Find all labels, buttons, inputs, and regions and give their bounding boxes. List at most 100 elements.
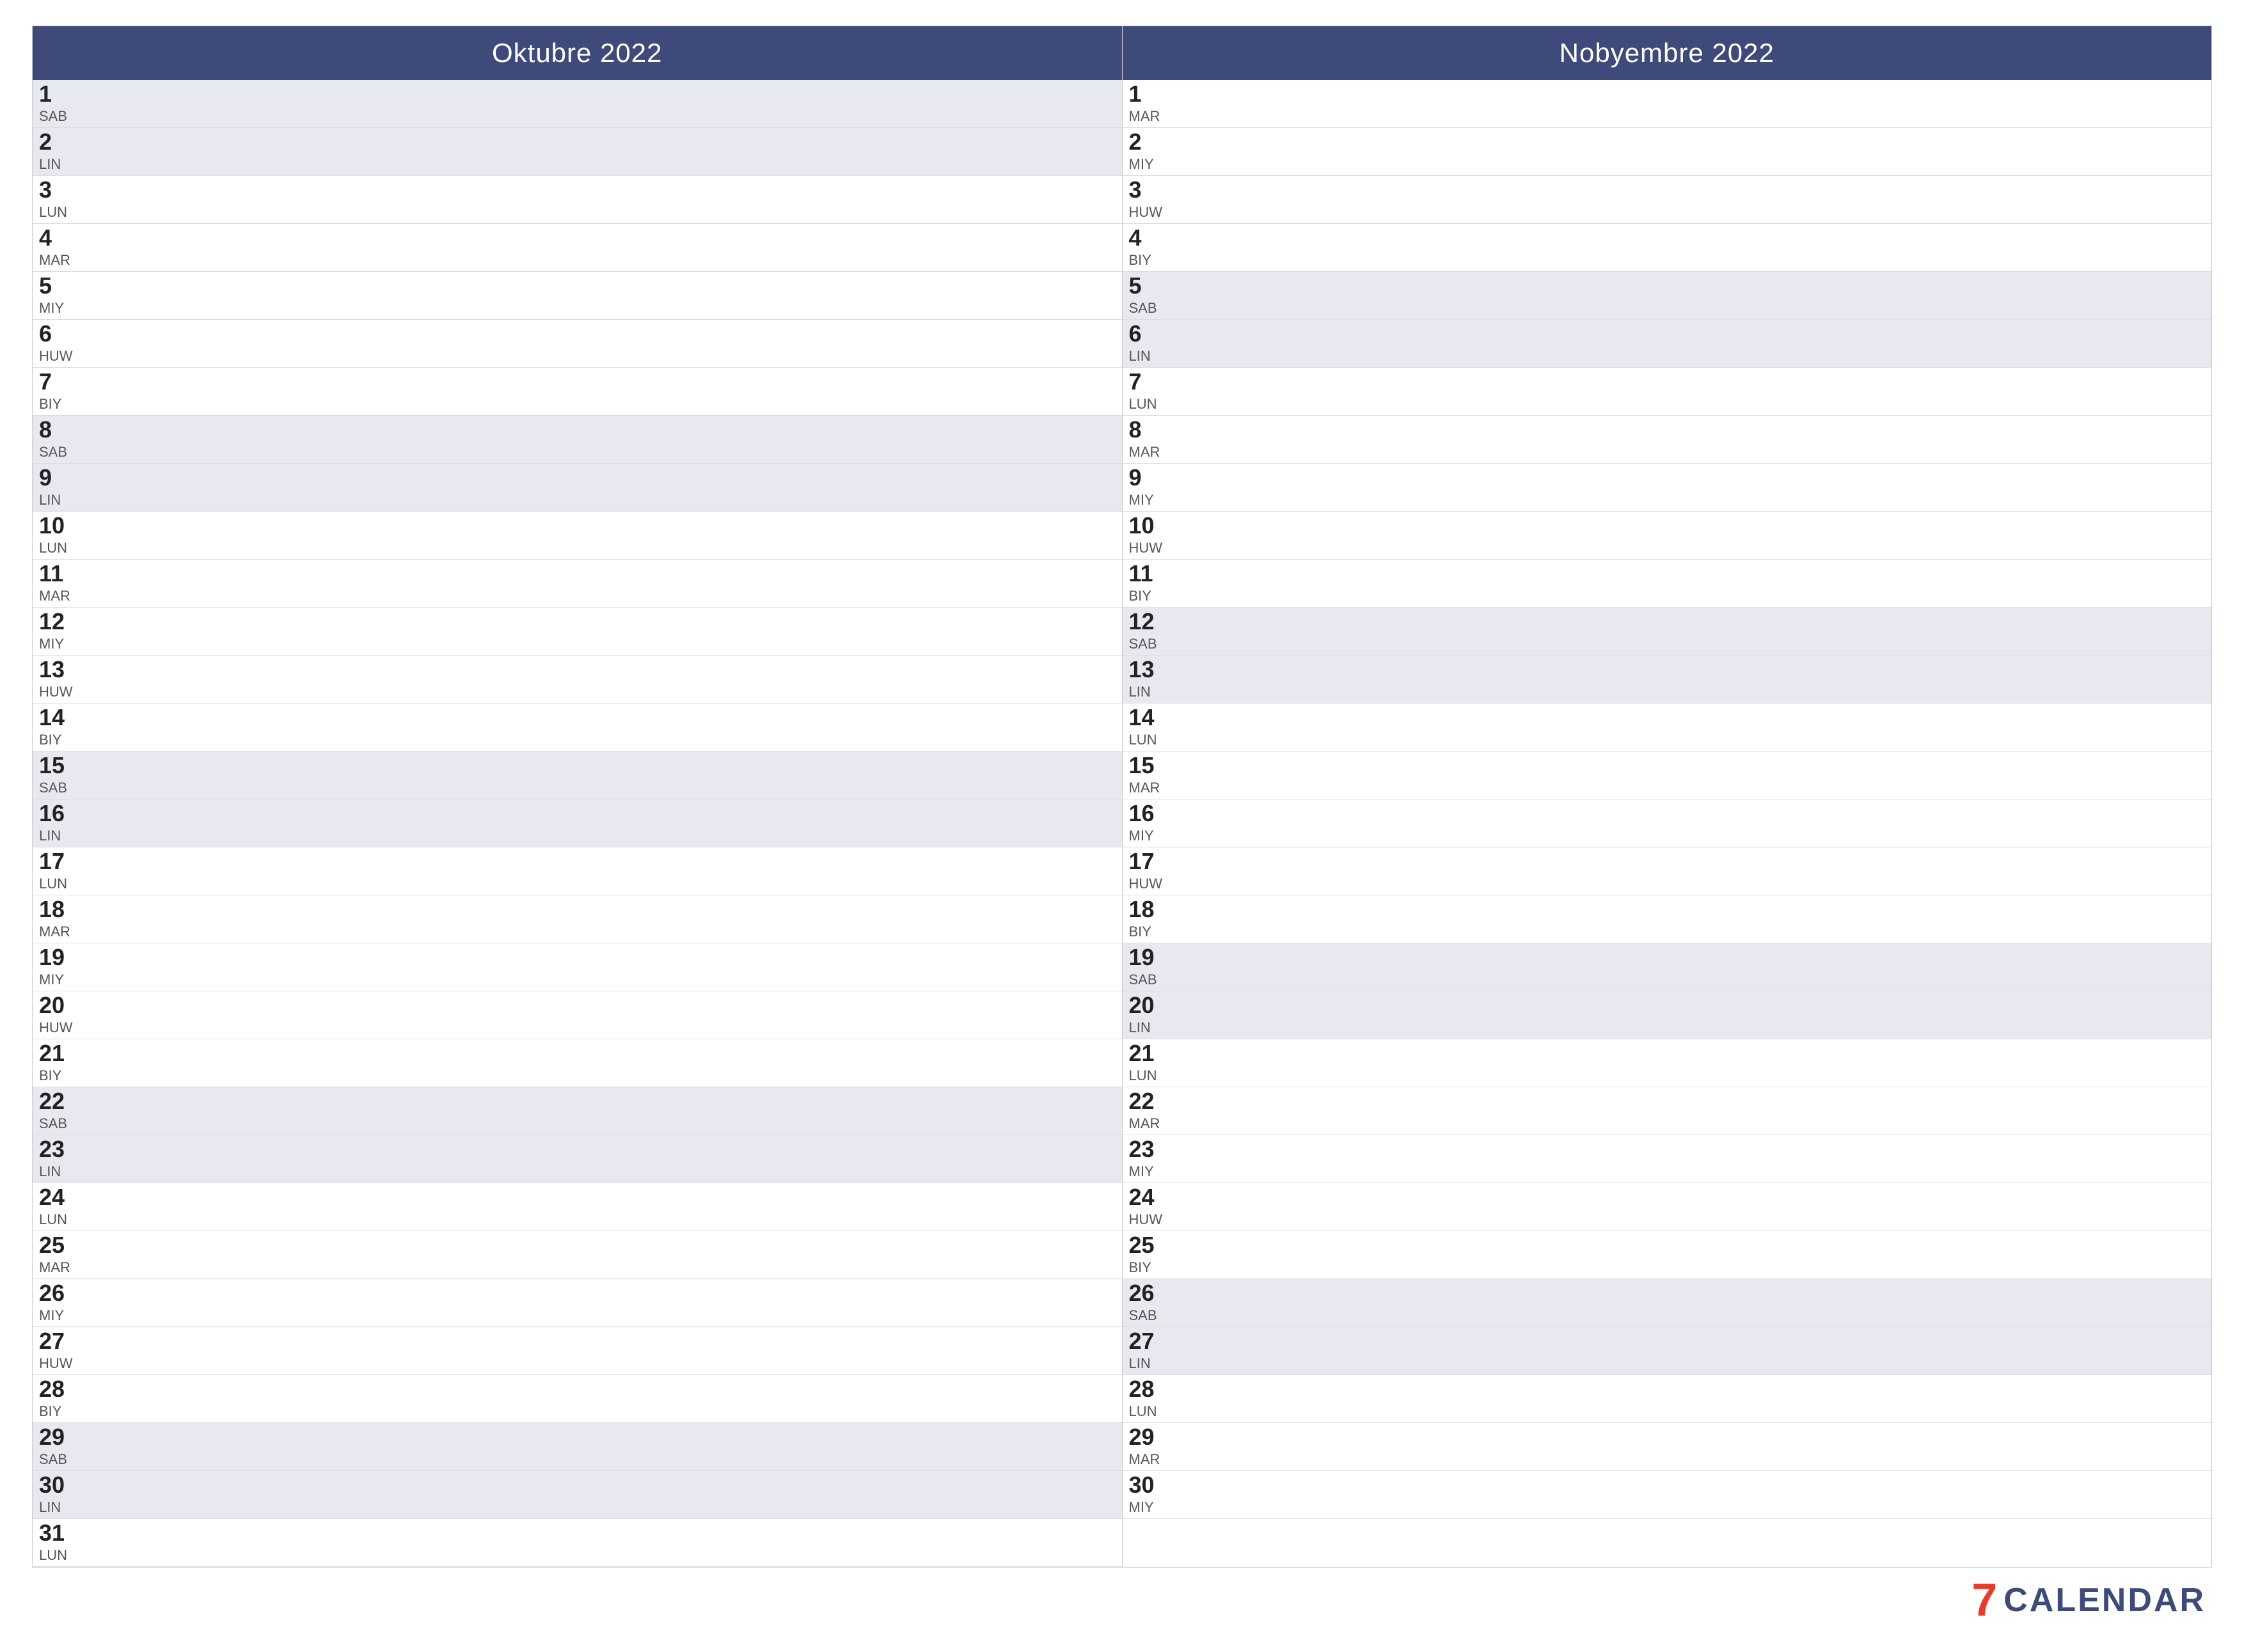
day-number-0-12: 13 (39, 658, 84, 681)
day-row-0-0: 1SAB (33, 80, 1122, 128)
day-info-1-2: 3HUW (1129, 178, 1174, 221)
day-info-0-18: 19 MIY (39, 946, 84, 988)
day-row-1-20: 21LUN (1123, 1039, 2212, 1087)
day-info-0-8: 9LIN (39, 466, 84, 508)
day-number-0-13: 14 (39, 706, 84, 729)
day-name-0-2: LUN (39, 204, 84, 221)
day-row-0-11: 12MIY (33, 608, 1122, 656)
day-number-1-18: 19 (1129, 946, 1174, 969)
day-name-0-22: LIN (39, 1163, 84, 1180)
day-number-0-28: 29 (39, 1426, 84, 1449)
day-name-1-28: MAR (1129, 1451, 1174, 1468)
day-name-0-30: LUN (39, 1547, 84, 1564)
day-info-1-0: 1MAR (1129, 83, 1174, 125)
day-info-0-27: 28BIY (39, 1378, 84, 1420)
day-number-1-2: 3 (1129, 178, 1174, 201)
day-row-0-9: 10LUN (33, 512, 1122, 560)
day-number-1-5: 6 (1129, 322, 1174, 345)
day-info-0-21: 22SAB (39, 1090, 84, 1132)
day-row-1-12: 13LIN (1123, 656, 2212, 704)
day-info-0-26: 27HUW (39, 1330, 84, 1372)
day-name-1-1: MIY (1129, 156, 1174, 173)
day-name-0-13: BIY (39, 732, 84, 748)
day-name-0-20: BIY (39, 1067, 84, 1084)
day-name-1-15: MIY (1129, 828, 1174, 844)
day-info-1-7: 8MAR (1129, 418, 1174, 460)
day-name-0-14: SAB (39, 780, 84, 796)
footer: 7 CALENDAR (32, 1574, 2212, 1626)
day-name-0-7: SAB (39, 444, 84, 460)
day-name-0-29: LIN (39, 1499, 84, 1516)
day-number-1-10: 11 (1129, 562, 1174, 585)
day-number-1-19: 20 (1129, 994, 1174, 1017)
month-header-1: Nobyembre 2022 (1123, 26, 2212, 80)
day-number-1-11: 12 (1129, 610, 1174, 633)
day-row-1-15: 16MIY (1123, 799, 2212, 847)
day-number-1-28: 29 (1129, 1426, 1174, 1449)
day-name-1-23: HUW (1129, 1211, 1174, 1228)
day-info-1-8: 9MIY (1129, 466, 1174, 508)
day-info-1-20: 21LUN (1129, 1042, 1174, 1084)
day-info-1-16: 17HUW (1129, 850, 1174, 892)
day-number-1-22: 23 (1129, 1138, 1174, 1161)
day-row-0-25: 26MIY (33, 1279, 1122, 1327)
day-number-0-30: 31 (39, 1522, 84, 1545)
day-row-1-13: 14LUN (1123, 704, 2212, 751)
day-name-1-27: LUN (1129, 1403, 1174, 1420)
day-name-0-16: LUN (39, 876, 84, 892)
day-name-1-4: SAB (1129, 300, 1174, 317)
month-section-0: Oktubre 20221SAB2LIN3LUN4MAR5MIY6HUW7BIY… (33, 26, 1123, 1567)
day-info-0-19: 20HUW (39, 994, 84, 1036)
day-info-1-19: 20LIN (1129, 994, 1174, 1036)
day-info-1-1: 2 MIY (1129, 130, 1174, 173)
day-number-0-18: 19 (39, 946, 84, 969)
day-info-1-26: 27 LIN (1129, 1330, 1174, 1372)
day-row-0-26: 27HUW (33, 1327, 1122, 1375)
day-number-1-3: 4 (1129, 226, 1174, 249)
day-number-1-26: 27 (1129, 1330, 1174, 1353)
day-info-0-0: 1SAB (39, 83, 84, 125)
day-info-1-22: 23MIY (1129, 1138, 1174, 1180)
day-number-1-17: 18 (1129, 898, 1174, 921)
day-row-0-3: 4MAR (33, 224, 1122, 272)
day-number-0-20: 21 (39, 1042, 84, 1065)
day-name-1-26: LIN (1129, 1355, 1174, 1372)
day-row-1-4: 5SAB (1123, 272, 2212, 320)
day-info-1-24: 25BIY (1129, 1234, 1174, 1276)
day-name-0-23: LUN (39, 1211, 84, 1228)
day-info-1-28: 29 MAR (1129, 1426, 1174, 1468)
day-number-1-23: 24 (1129, 1186, 1174, 1209)
day-name-0-24: MAR (39, 1259, 84, 1276)
day-row-0-22: 23LIN (33, 1135, 1122, 1183)
day-info-0-20: 21 BIY (39, 1042, 84, 1084)
day-info-1-11: 12SAB (1129, 610, 1174, 652)
day-info-0-13: 14 BIY (39, 706, 84, 748)
day-row-0-19: 20HUW (33, 991, 1122, 1039)
day-info-1-21: 22MAR (1129, 1090, 1174, 1132)
calendar-container: Oktubre 20221SAB2LIN3LUN4MAR5MIY6HUW7BIY… (32, 26, 2212, 1626)
day-info-1-9: 10HUW (1129, 514, 1174, 556)
day-name-0-11: MIY (39, 636, 84, 652)
day-number-1-8: 9 (1129, 466, 1174, 489)
day-number-0-9: 10 (39, 514, 84, 537)
day-number-1-1: 2 (1129, 130, 1174, 153)
day-name-0-6: BIY (39, 396, 84, 413)
day-name-0-17: MAR (39, 924, 84, 940)
day-info-1-18: 19SAB (1129, 946, 1174, 988)
day-name-0-5: HUW (39, 348, 84, 365)
day-name-1-5: LIN (1129, 348, 1174, 365)
day-name-1-17: BIY (1129, 924, 1174, 940)
day-row-0-16: 17LUN (33, 847, 1122, 895)
day-name-1-20: LUN (1129, 1067, 1174, 1084)
day-number-1-16: 17 (1129, 850, 1174, 873)
day-name-0-18: MIY (39, 972, 84, 988)
day-row-1-11: 12SAB (1123, 608, 2212, 656)
day-name-1-21: MAR (1129, 1115, 1174, 1132)
day-row-1-23: 24 HUW (1123, 1183, 2212, 1231)
day-number-0-4: 5 (39, 274, 84, 297)
day-row-0-1: 2LIN (33, 128, 1122, 176)
day-row-1-29: 30MIY (1123, 1471, 2212, 1519)
day-name-1-6: LUN (1129, 396, 1174, 413)
day-info-0-15: 16LIN (39, 802, 84, 844)
day-row-0-17: 18MAR (33, 895, 1122, 943)
